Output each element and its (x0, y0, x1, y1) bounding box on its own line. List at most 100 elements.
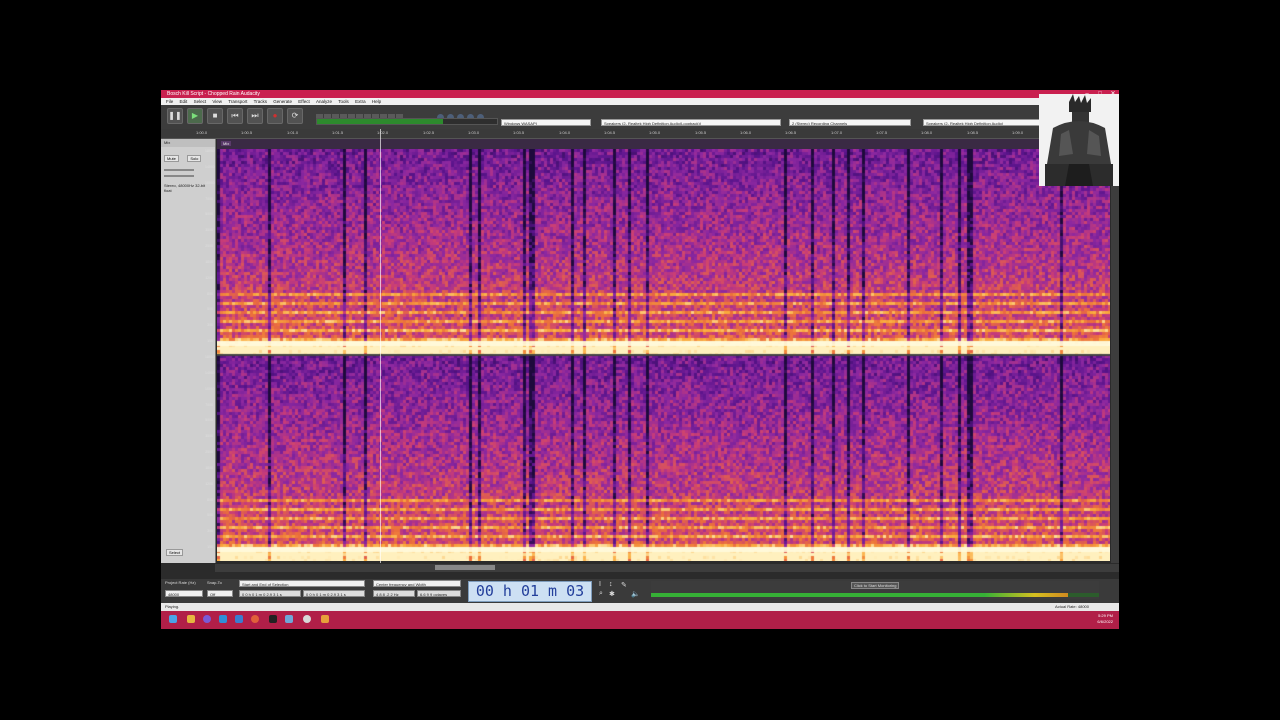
pause-button[interactable]: ❚❚ (167, 108, 183, 124)
playback-meter[interactable] (316, 118, 498, 125)
frequency-label: 14000 (205, 370, 215, 375)
menu-help[interactable]: Help (372, 98, 381, 105)
loop-button[interactable]: ⟳ (287, 108, 303, 124)
record-button[interactable]: ● (267, 108, 283, 124)
frequency-label: 14000 (205, 164, 215, 169)
menu-generate[interactable]: Generate (273, 98, 292, 105)
store-icon[interactable] (235, 615, 243, 623)
app-icon[interactable] (285, 615, 293, 623)
timeline-tick: 1:07.5 (876, 130, 888, 135)
start-icon[interactable] (169, 615, 177, 623)
menu-tools[interactable]: Tools (338, 98, 349, 105)
playback-meter-fill (317, 119, 443, 124)
stop-button[interactable]: ■ (207, 108, 223, 124)
recording-channels-select[interactable]: 2 (Stereo) Recording Channels (789, 119, 911, 126)
terminal-icon[interactable] (269, 615, 277, 623)
clock-date: 6/6/2022 (1097, 619, 1113, 624)
menu-edit[interactable]: Edit (180, 98, 188, 105)
settings-icon[interactable] (303, 615, 311, 623)
status-text: Playing. (165, 604, 180, 609)
vertical-scrollbar[interactable] (1111, 139, 1119, 563)
frequency-label: 150 (207, 339, 213, 344)
edge-icon[interactable] (219, 615, 227, 623)
spectrogram-view[interactable] (217, 149, 1110, 561)
meter-level (651, 593, 1068, 597)
audio-host-select[interactable]: Windows WASAPI (501, 119, 591, 126)
menu-extra[interactable]: Extra (355, 98, 366, 105)
select-track-button[interactable]: Select (166, 549, 184, 556)
menu-view[interactable]: View (212, 98, 222, 105)
ibeam-tool-icon[interactable]: I (599, 581, 601, 588)
timeline-tick: 1:08.0 (921, 130, 933, 135)
play-button[interactable]: ▶ (187, 108, 203, 124)
file-explorer-icon[interactable] (187, 615, 195, 623)
menu-file[interactable]: File (166, 98, 173, 105)
frequency-label: 500 (207, 513, 213, 518)
timeline-tick: 1:06.5 (785, 130, 797, 135)
timeline-tick: 1:01.0 (287, 130, 299, 135)
envelope-tool-icon[interactable]: ↕ (609, 581, 613, 588)
clip-header[interactable]: Mix (217, 139, 1110, 149)
character-overlay-image (1039, 94, 1119, 186)
timeline-tick: 1:04.0 (559, 130, 571, 135)
zoom-toolbar (437, 108, 499, 121)
menu-bar: File Edit Select View Transport Tracks G… (161, 98, 1119, 105)
title-bar: Bosch Kill Script - Chopped Rain Audacit… (161, 90, 1119, 98)
speaker-icon: 🔈 (631, 591, 640, 598)
horizontal-scrollbar[interactable] (215, 564, 1119, 572)
horizontal-scrollbar-thumb[interactable] (435, 565, 495, 570)
center-frequency-field[interactable]: 4 8 8 .2 2 Hz (373, 590, 415, 597)
recording-meter[interactable]: Click to Start Monitoring (651, 581, 1099, 599)
skip-end-button[interactable]: ⏭ (247, 108, 263, 124)
spectral-selection-mode-select[interactable]: Center frequency and Width (373, 580, 461, 587)
solo-button[interactable]: Solo (187, 155, 202, 162)
menu-effect[interactable]: Effect (298, 98, 309, 105)
browser-icon[interactable] (251, 615, 259, 623)
timeline-ruler[interactable]: 1:00.0 1:00.5 1:01.0 1:01.5 1:02.0 1:02.… (161, 129, 1119, 139)
mute-button[interactable]: Mute (164, 155, 179, 162)
frequency-label: 10000 (205, 180, 215, 185)
audacity-taskbar-icon[interactable] (321, 615, 329, 623)
system-clock[interactable]: 5:29 PM 6/6/2022 (1097, 613, 1113, 625)
bandwidth-field[interactable]: 6.6 9 9 octaves (417, 590, 461, 597)
menu-analyze[interactable]: Analyze (316, 98, 332, 105)
project-rate-label: Project Rate (Hz) (165, 580, 196, 585)
timeline-tick: 1:04.5 (604, 130, 616, 135)
chat-icon[interactable] (203, 615, 211, 623)
timeline-tick: 1:05.5 (695, 130, 707, 135)
timeline-tick: 1:07.0 (831, 130, 843, 135)
project-rate-select[interactable]: 48000 (165, 590, 203, 597)
timeline-tick: 1:08.5 (967, 130, 979, 135)
timeline-tick: 1:03.5 (513, 130, 525, 135)
frequency-label: 7000 (205, 402, 213, 407)
recording-device-select[interactable]: Speakers (2- Realtek High Definition Aud… (601, 119, 781, 126)
gain-slider[interactable] (164, 169, 194, 171)
tools-toolbar (316, 108, 436, 121)
multi-tool-icon[interactable]: ✱ (609, 590, 615, 598)
track-name[interactable]: Mix (161, 139, 215, 147)
frequency-label: 300 (207, 529, 213, 534)
zoom-tool-icon[interactable]: ⌕ (599, 590, 603, 598)
skip-start-button[interactable]: ⏮ (227, 108, 243, 124)
menu-tracks[interactable]: Tracks (254, 98, 267, 105)
start-monitoring-button[interactable]: Click to Start Monitoring (851, 582, 900, 589)
selection-mode-select[interactable]: Start and End of Selection (239, 580, 365, 587)
audio-position-display[interactable]: 00 h 01 m 03 s (468, 581, 592, 619)
timeline-tick: 1:05.0 (649, 130, 661, 135)
timeline-tick: 1:09.0 (1012, 130, 1024, 135)
frequency-label: 1800 (205, 259, 213, 264)
frequency-label: 500 (207, 307, 213, 312)
menu-transport[interactable]: Transport (228, 98, 247, 105)
frequency-label: 800 (207, 291, 213, 296)
menu-select[interactable]: Select (194, 98, 207, 105)
selection-start-field[interactable]: 0 0 h 0 1 m 0 2.9 3 1 s (239, 590, 301, 597)
frequency-label: 1800 (205, 465, 213, 470)
pencil-tool-icon[interactable]: ✎ (621, 581, 627, 589)
audacity-window: Bosch Kill Script - Chopped Rain Audacit… (161, 90, 1119, 629)
actual-rate-text: Actual Rate: 48000 (1054, 604, 1089, 609)
status-bar: Playing. Actual Rate: 48000 (161, 603, 1119, 611)
snap-to-select[interactable]: Off (207, 590, 233, 597)
pan-slider[interactable] (164, 175, 194, 177)
timeline-tick: 1:02.5 (423, 130, 435, 135)
selection-end-field[interactable]: 0 0 h 0 1 m 0 2.9 3 1 s (303, 590, 365, 597)
